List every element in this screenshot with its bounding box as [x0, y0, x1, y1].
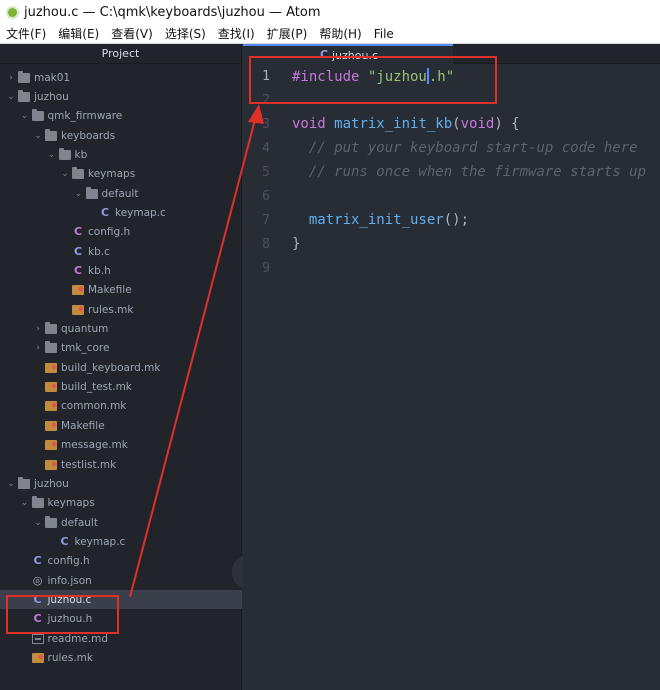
annotation-arrow — [129, 104, 264, 598]
